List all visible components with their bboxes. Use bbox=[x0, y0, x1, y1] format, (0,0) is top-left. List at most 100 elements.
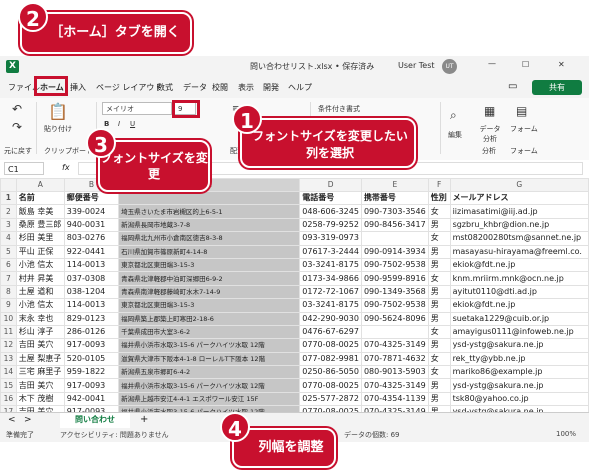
column-header-e[interactable]: E bbox=[360, 178, 429, 192]
tab-insert[interactable]: 挿入 bbox=[70, 82, 86, 93]
paste-icon[interactable]: 📋 bbox=[48, 102, 68, 121]
cell-b[interactable]: 520-0105 bbox=[63, 351, 120, 367]
row-header[interactable]: 1 bbox=[0, 190, 17, 206]
paste-button[interactable]: 貼り付け bbox=[44, 124, 72, 134]
cell-a[interactable]: 吉田 美穴 bbox=[15, 378, 65, 393]
underline-icon[interactable]: U bbox=[130, 120, 135, 128]
cell-e[interactable] bbox=[360, 231, 429, 246]
row-header[interactable]: 12 bbox=[0, 338, 17, 353]
cell-g[interactable]: mariko86@example.jp bbox=[449, 365, 589, 380]
cell-e[interactable]: 090-5624-8096 bbox=[360, 311, 429, 326]
cell-f[interactable]: 女 bbox=[427, 324, 451, 340]
cell-d[interactable]: 03-3241-8175 bbox=[299, 298, 362, 313]
cell-g[interactable]: sgzbru_khbr@dion.ne.jp bbox=[449, 217, 589, 233]
tab-help[interactable]: ヘルプ bbox=[288, 82, 312, 93]
cell-e[interactable]: 080-9013-5903 bbox=[360, 365, 429, 380]
cell-b[interactable]: 114-0013 bbox=[63, 257, 120, 273]
cell-f[interactable]: 性別 bbox=[427, 190, 451, 206]
cell-g[interactable]: mst08200280tsm@sannet.ne.jp bbox=[449, 231, 589, 246]
cell-a[interactable]: 三宅 麻里子 bbox=[15, 365, 65, 380]
row-header[interactable]: 10 bbox=[0, 311, 17, 326]
tab-data[interactable]: データ bbox=[183, 82, 207, 93]
row-header[interactable]: 11 bbox=[0, 324, 17, 340]
cell-b[interactable]: 286-0126 bbox=[63, 324, 120, 340]
cell-a[interactable]: 名前 bbox=[15, 190, 65, 206]
maximize-icon[interactable]: ☐ bbox=[522, 60, 529, 69]
cell-a[interactable]: 吉田 美穴 bbox=[15, 338, 65, 353]
cell-f[interactable]: 女 bbox=[427, 271, 451, 286]
cell-e[interactable]: 090-9599-8916 bbox=[360, 271, 429, 286]
undo-icon[interactable]: ↶ bbox=[12, 102, 22, 116]
cell-e[interactable]: 090-1349-3568 bbox=[360, 284, 429, 300]
cell-a[interactable]: 村井 昇美 bbox=[15, 271, 65, 286]
form-button[interactable]: フォーム bbox=[510, 124, 538, 134]
row-header[interactable]: 5 bbox=[0, 244, 17, 259]
cell-c[interactable]: 青森県南津軽郡藤崎町水木7-14-9 bbox=[118, 284, 301, 300]
cell-c[interactable]: 東京都北区東田端3-15-3 bbox=[118, 257, 301, 273]
row-header[interactable]: 15 bbox=[0, 378, 17, 393]
tab-formulas[interactable]: 数式 bbox=[157, 82, 173, 93]
cell-f[interactable]: 女 bbox=[427, 204, 451, 219]
cell-b[interactable]: 959-1822 bbox=[63, 365, 120, 380]
row-header[interactable]: 3 bbox=[0, 217, 17, 233]
cell-e[interactable]: 090-7303-3546 bbox=[360, 204, 429, 219]
avatar[interactable]: UT bbox=[442, 59, 457, 74]
tab-developer[interactable]: 開発 bbox=[263, 82, 279, 93]
cell-d[interactable]: 0770-08-0025 bbox=[299, 378, 362, 393]
tab-view[interactable]: 表示 bbox=[238, 82, 254, 93]
search-icon[interactable]: ⌕ bbox=[450, 108, 457, 123]
cell-g[interactable]: ekiok@fdt.ne.jp bbox=[449, 257, 589, 273]
cell-f[interactable]: 男 bbox=[427, 391, 451, 407]
conditional-format-button[interactable]: 条件付き書式 bbox=[318, 104, 360, 114]
cell-f[interactable]: 男 bbox=[427, 298, 451, 313]
select-all-corner[interactable] bbox=[0, 178, 17, 192]
cell-b[interactable]: 922-0441 bbox=[63, 244, 120, 259]
redo-icon[interactable]: ↷ bbox=[12, 120, 22, 134]
cell-c[interactable]: 福井県小浜市水取3-15-6 パークハイツ水取 12階 bbox=[118, 338, 301, 353]
cell-a[interactable]: 杉田 美里 bbox=[15, 231, 65, 246]
cell-a[interactable]: 小池 信太 bbox=[15, 298, 65, 313]
cell-b[interactable]: 038-1204 bbox=[63, 284, 120, 300]
cell-d[interactable]: 0250-86-5050 bbox=[299, 365, 362, 380]
cell-c[interactable]: 新潟県上越市安江4-4-1 エスポワール安江 15F bbox=[118, 391, 301, 407]
cell-d[interactable]: 025-577-2872 bbox=[299, 391, 362, 407]
column-header-d[interactable]: D bbox=[299, 178, 362, 192]
row-header[interactable]: 2 bbox=[0, 204, 17, 219]
cell-a[interactable]: 桑原 豊三郎 bbox=[15, 217, 65, 233]
cell-d[interactable]: 077-082-9981 bbox=[299, 351, 362, 367]
font-name-select[interactable]: メイリオ bbox=[102, 102, 172, 115]
italic-icon[interactable]: I bbox=[118, 120, 120, 128]
cell-b[interactable]: 339-0024 bbox=[63, 204, 120, 219]
row-header[interactable]: 9 bbox=[0, 298, 17, 313]
column-header-f[interactable]: F bbox=[427, 178, 451, 192]
cell-e[interactable]: 070-4325-3149 bbox=[360, 338, 429, 353]
cell-e[interactable]: 070-4325-3149 bbox=[360, 378, 429, 393]
cell-c[interactable]: 千葉県成田市大室3-6-2 bbox=[118, 324, 301, 340]
cell-c[interactable]: 青森県北津軽郡中泊町深郷田6-9-2 bbox=[118, 271, 301, 286]
cell-g[interactable]: ysd-ystg@sakura.ne.jp bbox=[449, 378, 589, 393]
cell-g[interactable]: iizimasatimi@iij.ad.jp bbox=[449, 204, 589, 219]
cell-d[interactable]: 電話番号 bbox=[299, 190, 362, 206]
cell-c[interactable]: 新潟県長岡市地蔵3-7-8 bbox=[118, 217, 301, 233]
cell-g[interactable]: ysd-ystg@sakura.ne.jp bbox=[449, 338, 589, 353]
row-header[interactable]: 16 bbox=[0, 391, 17, 407]
cell-c[interactable]: 福岡県築上郡築上町寒田2-18-6 bbox=[118, 311, 301, 326]
cell-e[interactable]: 070-4354-1139 bbox=[360, 391, 429, 407]
cell-f[interactable]: 男 bbox=[427, 338, 451, 353]
cell-a[interactable]: 飯島 幸美 bbox=[15, 204, 65, 219]
cell-f[interactable]: 女 bbox=[427, 365, 451, 380]
sheet-table[interactable]: ABCDEFG1名前郵便番号電話番号携帯番号性別メールアドレス2飯島 幸美339… bbox=[0, 178, 589, 412]
cell-g[interactable]: tsk80@yahoo.co.jp bbox=[449, 391, 589, 407]
cell-a[interactable]: 土屋 道和 bbox=[15, 284, 65, 300]
minimize-icon[interactable]: — bbox=[488, 59, 496, 68]
row-header[interactable]: 4 bbox=[0, 231, 17, 246]
cell-d[interactable]: 0770-08-0025 bbox=[299, 338, 362, 353]
edit-button[interactable]: 編集 bbox=[448, 130, 462, 140]
cell-d[interactable]: 048-606-3245 bbox=[299, 204, 362, 219]
cell-g[interactable]: ekiok@fdt.ne.jp bbox=[449, 298, 589, 313]
prev-sheet-icon[interactable]: < bbox=[8, 415, 16, 425]
cell-d[interactable]: 0173-34-9866 bbox=[299, 271, 362, 286]
cell-c[interactable]: 東京都北区東田端3-15-3 bbox=[118, 298, 301, 313]
cell-d[interactable]: 093-319-0973 bbox=[299, 231, 362, 246]
cell-e[interactable]: 090-7502-9538 bbox=[360, 257, 429, 273]
